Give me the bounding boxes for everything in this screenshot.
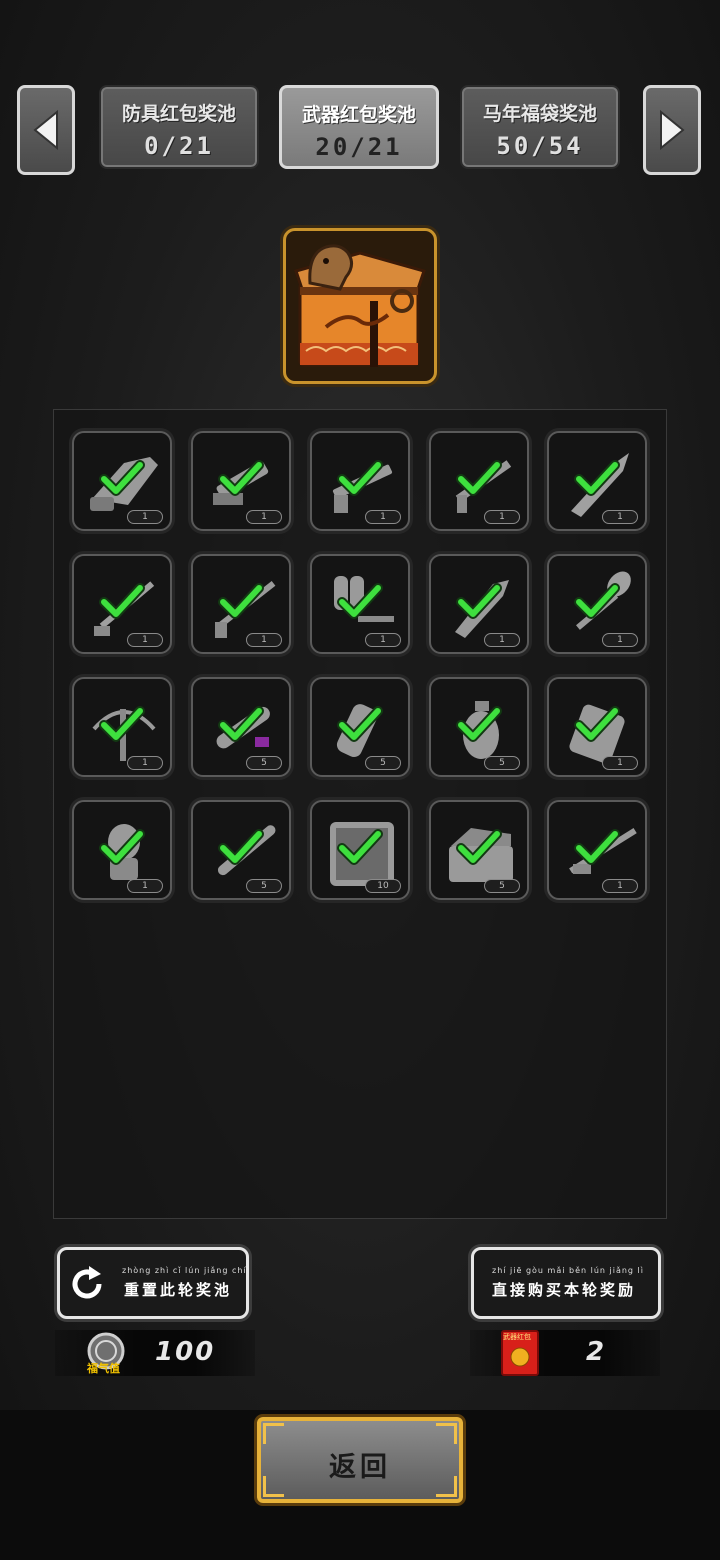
quantity-badge: 10 <box>365 879 401 893</box>
checkmark-icon <box>337 460 383 496</box>
quantity-badge: 5 <box>484 756 520 770</box>
prev-tab-button[interactable] <box>17 85 75 175</box>
quantity-badge: 5 <box>365 756 401 770</box>
checkmark-icon <box>456 583 502 619</box>
checkmark-icon <box>456 829 502 865</box>
reward-item[interactable]: 1 <box>310 554 410 654</box>
quantity-badge: 1 <box>602 633 638 647</box>
reward-item[interactable]: 1 <box>191 431 291 531</box>
reward-item[interactable]: 5 <box>310 677 410 777</box>
reward-item[interactable]: 1 <box>429 431 529 531</box>
quantity-badge: 1 <box>365 633 401 647</box>
reward-item[interactable]: 1 <box>191 554 291 654</box>
checkmark-icon <box>218 583 264 619</box>
corner-ornament <box>263 1423 284 1444</box>
quantity-badge: 1 <box>602 756 638 770</box>
back-button[interactable]: 返回 <box>257 1417 463 1503</box>
checkmark-icon <box>337 829 383 865</box>
checkmark-icon <box>337 706 383 742</box>
reward-chest[interactable] <box>283 228 437 384</box>
checkmark-icon <box>99 583 145 619</box>
reward-item[interactable]: 1 <box>429 554 529 654</box>
next-tab-button[interactable] <box>643 85 701 175</box>
reward-item[interactable]: 1 <box>547 554 647 654</box>
reward-item[interactable]: 1 <box>72 431 172 531</box>
checkmark-icon <box>574 829 620 865</box>
quantity-badge: 1 <box>127 510 163 524</box>
reset-pool-button[interactable]: zhòng zhì cǐ lún jiǎng chí 重置此轮奖池 <box>57 1247 249 1319</box>
quantity-badge: 1 <box>127 879 163 893</box>
quantity-badge: 5 <box>246 756 282 770</box>
reward-item[interactable]: 1 <box>547 677 647 777</box>
checkmark-icon <box>99 460 145 496</box>
luck-value-bar: 福气值 100 <box>55 1330 255 1376</box>
tab-weapon-pool-name: 武器红包奖池 <box>301 104 416 126</box>
back-label: 返回 <box>329 1452 391 1483</box>
quantity-badge: 1 <box>246 510 282 524</box>
reward-item[interactable]: 1 <box>72 554 172 654</box>
checkmark-icon <box>218 706 264 742</box>
tab-weapon-pool[interactable]: 武器红包奖池 20/21 <box>279 85 439 169</box>
reward-item[interactable]: 1 <box>72 800 172 900</box>
quantity-badge: 1 <box>484 633 520 647</box>
luck-value: 100 <box>155 1337 216 1367</box>
tab-weapon-pool-count: 20/21 <box>315 133 403 161</box>
quantity-badge: 1 <box>127 756 163 770</box>
checkmark-icon <box>218 829 264 865</box>
envelope-count-bar: 武器红包 2 <box>470 1330 660 1376</box>
tab-lucky-bag-pool-name: 马年福袋奖池 <box>482 103 597 125</box>
checkmark-icon <box>574 583 620 619</box>
corner-ornament <box>436 1423 457 1444</box>
tab-armor-pool-name: 防具红包奖池 <box>121 103 236 125</box>
quantity-badge: 1 <box>246 633 282 647</box>
quantity-badge: 5 <box>484 879 520 893</box>
checkmark-icon <box>456 460 502 496</box>
tab-lucky-bag-pool[interactable]: 马年福袋奖池 50/54 <box>460 85 620 169</box>
buy-rewards-pinyin: zhí jiē gòu mǎi běn lún jiǎng lì <box>492 1266 644 1275</box>
arrow-right-icon <box>660 109 685 151</box>
reward-item[interactable]: 1 <box>72 677 172 777</box>
reward-item[interactable]: 1 <box>547 431 647 531</box>
checkmark-icon <box>99 829 145 865</box>
reward-item[interactable]: 10 <box>310 800 410 900</box>
reward-item[interactable]: 1 <box>547 800 647 900</box>
luck-label: 福气值 <box>87 1362 120 1375</box>
quantity-badge: 1 <box>602 879 638 893</box>
quantity-badge: 1 <box>484 510 520 524</box>
quantity-badge: 1 <box>365 510 401 524</box>
refresh-icon <box>72 1266 102 1299</box>
arrow-left-icon <box>33 109 58 151</box>
quantity-badge: 1 <box>127 633 163 647</box>
reset-pool-pinyin: zhòng zhì cǐ lún jiǎng chí <box>122 1266 247 1275</box>
reward-item[interactable]: 1 <box>310 431 410 531</box>
checkmark-icon <box>218 460 264 496</box>
horse-chest-icon <box>294 244 426 367</box>
quantity-badge: 1 <box>602 510 638 524</box>
tab-armor-pool-count: 0/21 <box>144 132 214 160</box>
red-envelope-label: 武器红包 <box>503 1333 531 1341</box>
buy-rewards-button[interactable]: zhí jiē gòu mǎi běn lún jiǎng lì 直接购买本轮奖… <box>471 1247 661 1319</box>
checkmark-icon <box>99 706 145 742</box>
quantity-badge: 5 <box>246 879 282 893</box>
reset-pool-label: 重置此轮奖池 <box>124 1281 233 1299</box>
tab-armor-pool[interactable]: 防具红包奖池 0/21 <box>99 85 259 169</box>
tab-lucky-bag-pool-count: 50/54 <box>496 132 584 160</box>
reward-item[interactable]: 5 <box>191 800 291 900</box>
reward-item[interactable]: 5 <box>191 677 291 777</box>
buy-rewards-label: 直接购买本轮奖励 <box>492 1281 637 1299</box>
checkmark-icon <box>574 706 620 742</box>
reward-item[interactable]: 5 <box>429 677 529 777</box>
checkmark-icon <box>574 460 620 496</box>
checkmark-icon <box>337 583 383 619</box>
envelope-count: 2 <box>586 1337 607 1367</box>
checkmark-icon <box>456 706 502 742</box>
reward-item[interactable]: 5 <box>429 800 529 900</box>
